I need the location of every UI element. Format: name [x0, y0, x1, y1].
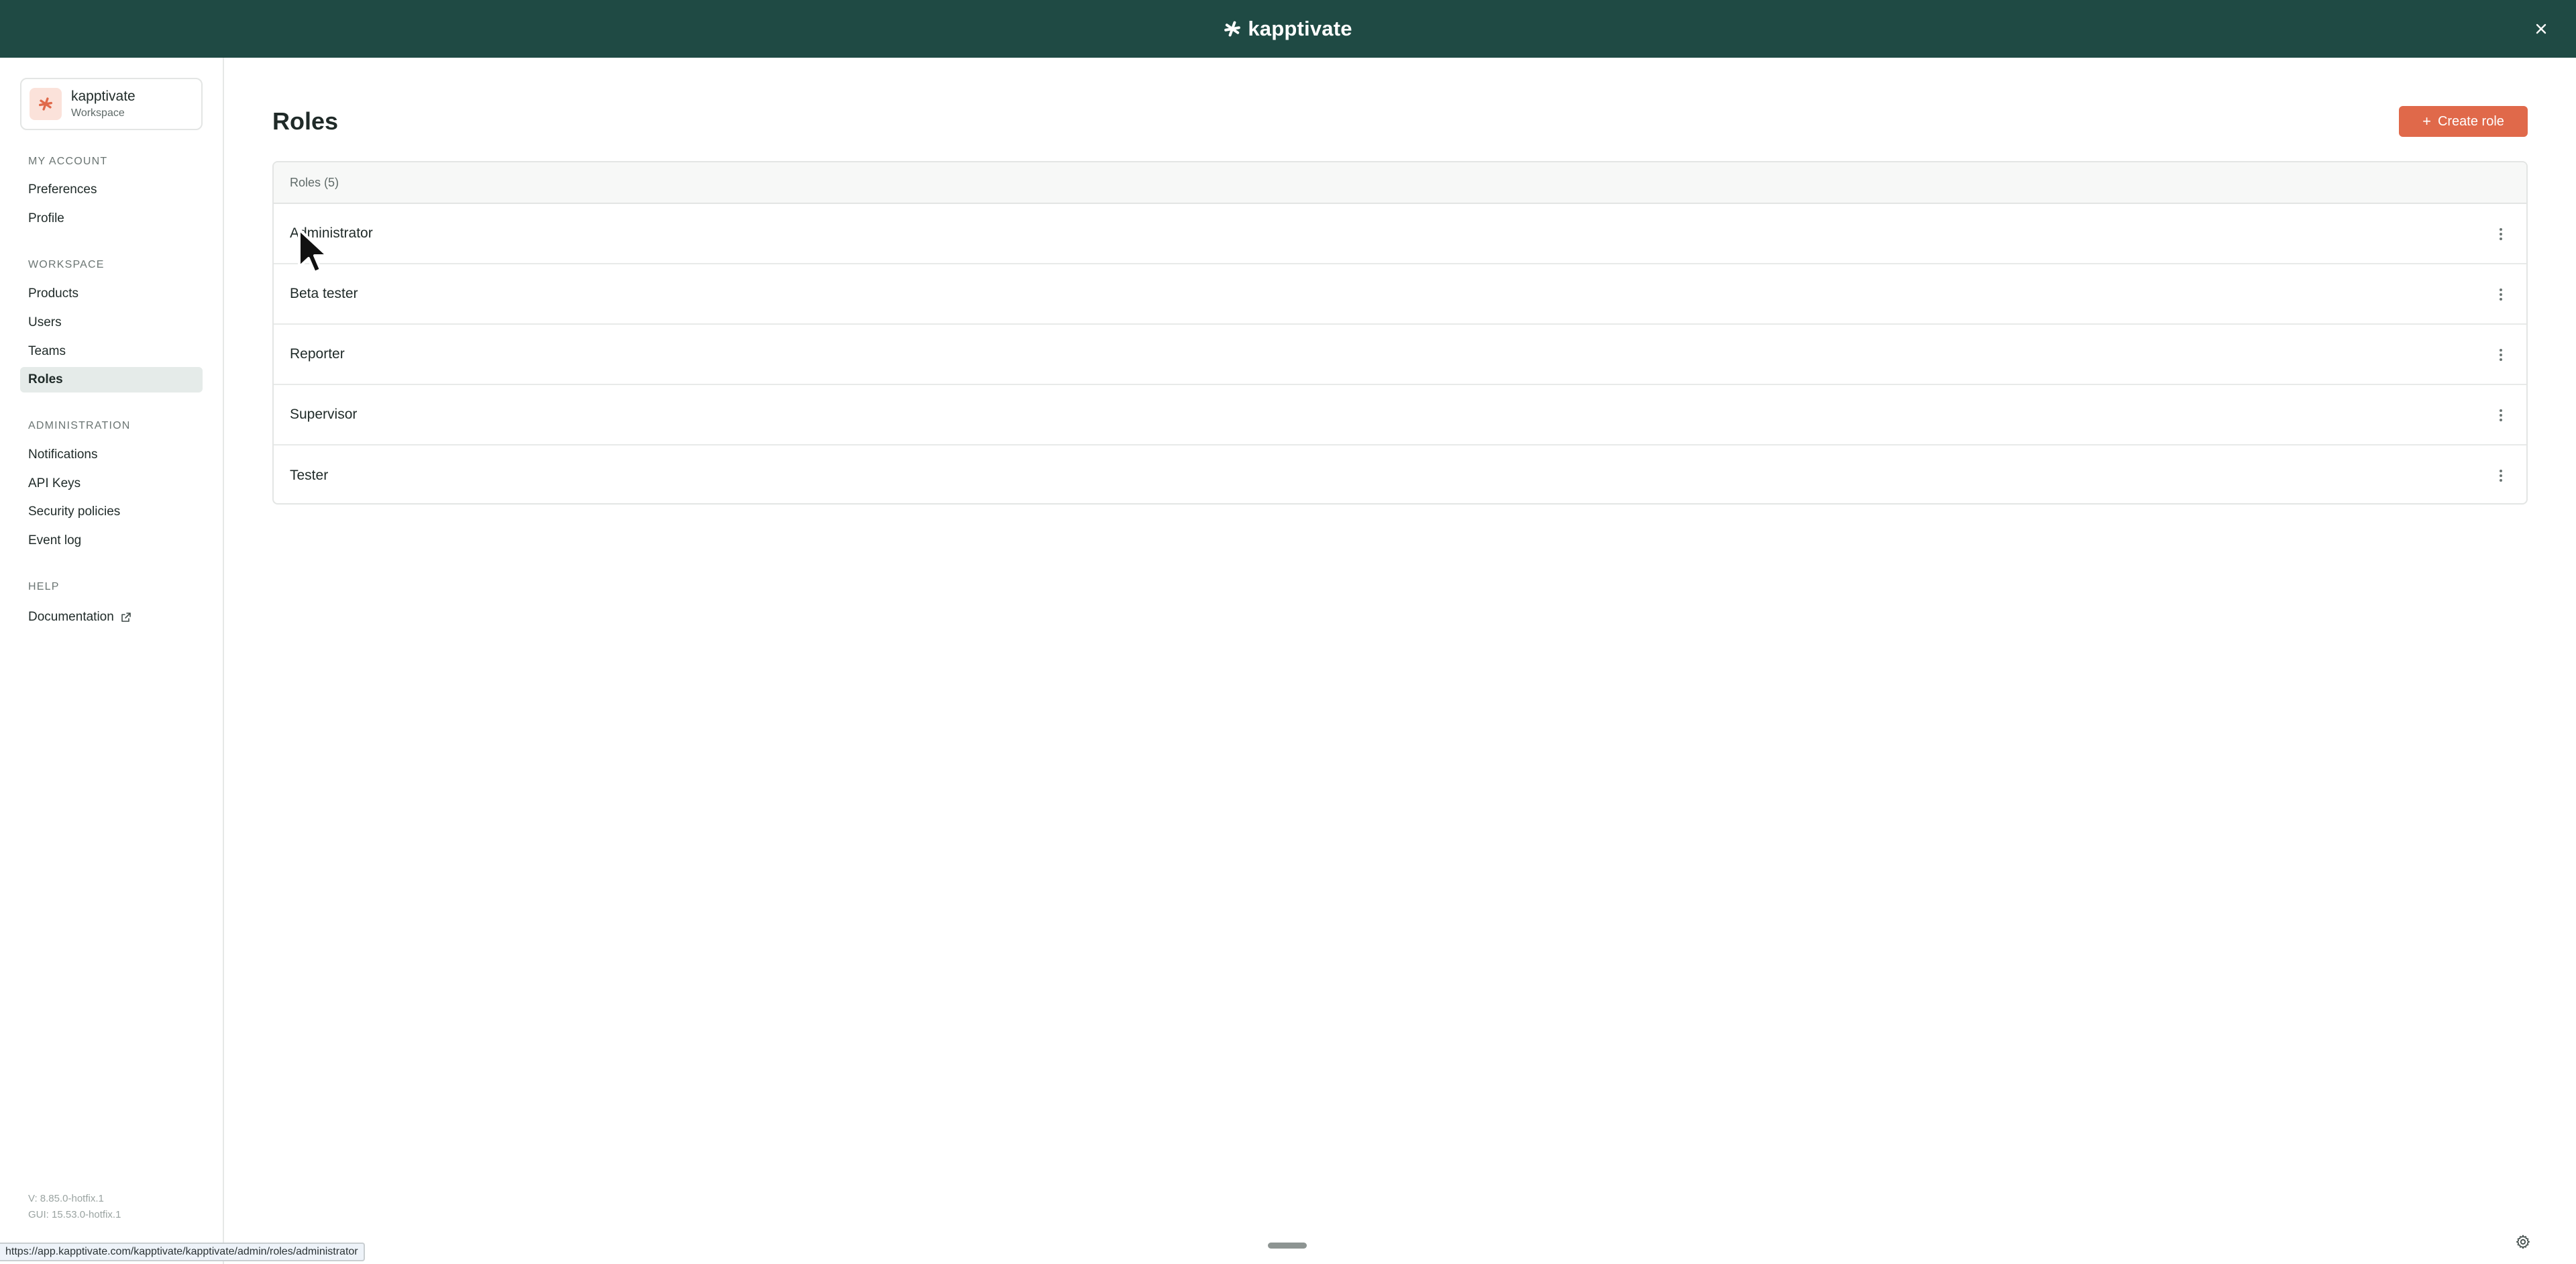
sidebar-item-api-keys[interactable]: API Keys — [20, 471, 203, 496]
sidebar-item-notifications[interactable]: Notifications — [20, 442, 203, 468]
workspace-subtitle: Workspace — [71, 107, 125, 119]
role-name: Reporter — [290, 346, 345, 362]
external-link-icon — [121, 612, 131, 623]
sidebar-item-event-log[interactable]: Event log — [20, 528, 203, 554]
gear-icon — [2516, 1234, 2530, 1249]
section-label-my-account: MY ACCOUNT — [28, 156, 108, 167]
section-label-workspace: WORKSPACE — [28, 259, 105, 270]
table-row-administrator[interactable]: Administrator — [274, 204, 2526, 264]
role-name: Administrator — [290, 225, 373, 241]
workspace-name: kapptivate — [71, 89, 136, 104]
table-row-tester[interactable]: Tester — [274, 445, 2526, 503]
section-label-administration: ADMINISTRATION — [28, 420, 131, 431]
more-options-icon[interactable] — [2494, 407, 2508, 423]
role-name: Beta tester — [290, 286, 358, 301]
brand-logo: kapptivate — [0, 0, 2576, 58]
more-options-icon[interactable] — [2494, 347, 2508, 363]
sidebar-item-security-policies[interactable]: Security policies — [20, 499, 203, 525]
sidebar-item-users[interactable]: Users — [20, 310, 203, 335]
more-options-icon[interactable] — [2494, 226, 2508, 242]
version-label: V: 8.85.0-hotfix.1 — [28, 1193, 104, 1204]
workspace-switcher[interactable]: kapptivate Workspace — [20, 78, 203, 130]
table-row-supervisor[interactable]: Supervisor — [274, 385, 2526, 445]
section-label-help: HELP — [28, 581, 60, 592]
sidebar-item-teams[interactable]: Teams — [20, 339, 203, 364]
role-name: Supervisor — [290, 407, 358, 422]
page-title: Roles — [272, 107, 339, 135]
role-name: Tester — [290, 468, 329, 483]
workspace-logo-icon — [30, 88, 62, 120]
gui-version-label: GUI: 15.53.0-hotfix.1 — [28, 1209, 121, 1220]
table-row-beta-tester[interactable]: Beta tester — [274, 264, 2526, 325]
close-button[interactable] — [2528, 15, 2555, 42]
plus-icon: + — [2422, 113, 2431, 129]
table-header: Roles (5) — [274, 162, 2526, 204]
close-icon — [2536, 23, 2546, 34]
brand-name: kapptivate — [1248, 17, 1352, 40]
sidebar-item-roles[interactable]: Roles — [20, 367, 203, 392]
sidebar: kapptivate Workspace MY ACCOUNT Preferen… — [0, 58, 224, 1264]
status-bar-url: https://app.kapptivate.com/kapptivate/ka… — [0, 1243, 365, 1261]
create-role-label: Create role — [2437, 113, 2504, 129]
top-bar: kapptivate — [0, 0, 2576, 58]
roles-table: Roles (5) Administrator Beta tester Repo… — [272, 161, 2528, 505]
more-options-icon[interactable] — [2494, 286, 2508, 303]
sidebar-item-profile[interactable]: Profile — [20, 206, 203, 231]
kapptivate-logo-icon — [1224, 21, 1241, 37]
table-row-reporter[interactable]: Reporter — [274, 325, 2526, 385]
more-options-icon[interactable] — [2494, 468, 2508, 484]
sidebar-item-preferences[interactable]: Preferences — [20, 177, 203, 203]
drag-handle[interactable] — [1268, 1243, 1307, 1249]
create-role-button[interactable]: + Create role — [2399, 106, 2528, 137]
settings-button[interactable] — [2510, 1229, 2536, 1255]
sidebar-item-label: Documentation — [28, 610, 114, 624]
sidebar-item-products[interactable]: Products — [20, 281, 203, 307]
sidebar-item-documentation[interactable]: Documentation — [20, 604, 203, 630]
